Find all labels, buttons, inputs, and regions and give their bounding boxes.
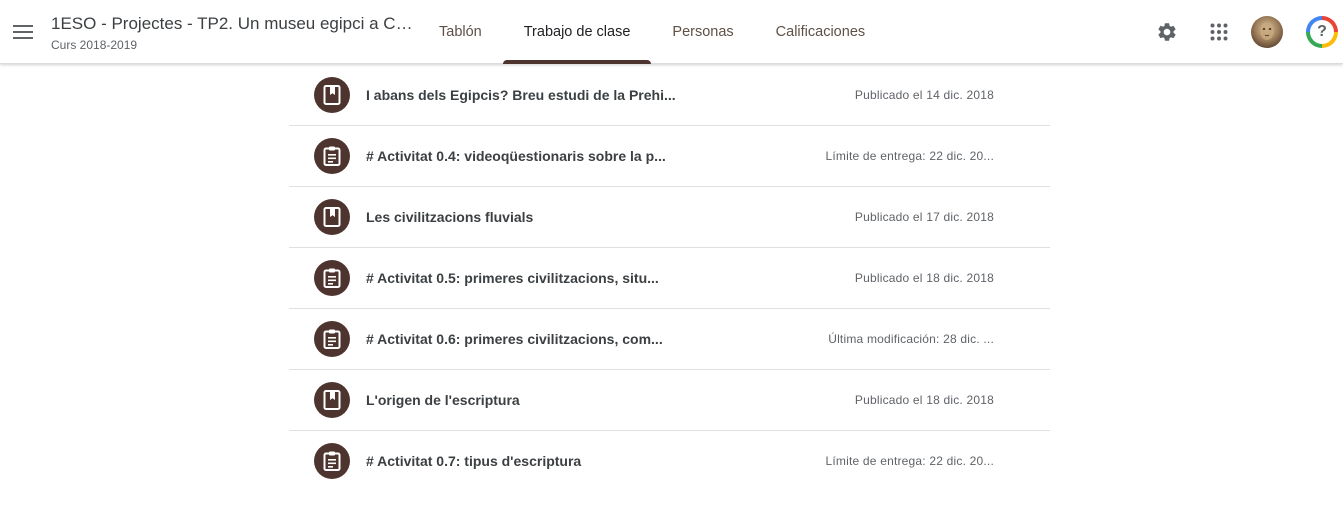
tab-bar: Tablón Trabajo de clase Personas Calific… xyxy=(418,0,886,64)
book-icon xyxy=(314,382,350,418)
list-item[interactable]: # Activitat 0.5: primeres civilitzacions… xyxy=(289,248,1050,309)
assignment-icon xyxy=(314,260,350,296)
assignment-icon xyxy=(314,321,350,357)
item-title: # Activitat 0.4: videoqüestionaris sobre… xyxy=(366,148,666,164)
course-subtitle: Curs 2018-2019 xyxy=(51,38,138,52)
classwork-list: I abans dels Egipcis? Breu estudi de la … xyxy=(289,65,1050,492)
item-title: # Activitat 0.5: primeres civilitzacions… xyxy=(366,270,659,286)
item-meta: Límite de entrega: 22 dic. 20... xyxy=(825,149,994,163)
item-title: Les civilitzacions fluvials xyxy=(366,209,534,225)
item-title: # Activitat 0.7: tipus d'escriptura xyxy=(366,453,582,469)
gear-icon[interactable] xyxy=(1151,16,1183,48)
course-title-block[interactable]: 1ESO - Projectes - TP2. Un museu egipci … xyxy=(51,13,416,52)
avatar[interactable] xyxy=(1251,16,1283,48)
apps-grid-icon[interactable] xyxy=(1203,16,1235,48)
assignment-icon xyxy=(314,443,350,479)
list-item[interactable]: # Activitat 0.7: tipus d'escriptura Lími… xyxy=(289,431,1050,492)
tab-classwork[interactable]: Trabajo de clase xyxy=(502,0,652,64)
list-item[interactable]: Les civilitzacions fluvials Publicado el… xyxy=(289,187,1050,248)
list-item[interactable]: # Activitat 0.6: primeres civilitzacions… xyxy=(289,309,1050,370)
item-meta: Publicado el 18 dic. 2018 xyxy=(854,393,994,407)
item-meta: Publicado el 18 dic. 2018 xyxy=(854,271,994,285)
course-title[interactable]: 1ESO - Projectes - TP2. Un museu egipci … xyxy=(51,13,413,35)
help-icon[interactable]: ? xyxy=(1306,16,1338,48)
assignment-icon xyxy=(314,138,350,174)
item-title: # Activitat 0.6: primeres civilitzacions… xyxy=(366,331,663,347)
list-item[interactable]: # Activitat 0.4: videoqüestionaris sobre… xyxy=(289,126,1050,187)
item-title: L'origen de l'escriptura xyxy=(366,392,520,408)
item-meta: Publicado el 14 dic. 2018 xyxy=(854,88,994,102)
item-meta: Publicado el 17 dic. 2018 xyxy=(854,210,994,224)
top-app-bar: 1ESO - Projectes - TP2. Un museu egipci … xyxy=(0,0,1343,64)
item-title: I abans dels Egipcis? Breu estudi de la … xyxy=(366,87,676,103)
list-item[interactable]: L'origen de l'escriptura Publicado el 18… xyxy=(289,370,1050,431)
book-icon xyxy=(314,199,350,235)
item-meta: Última modificación: 28 dic. ... xyxy=(828,332,994,346)
tab-grades[interactable]: Calificaciones xyxy=(755,0,886,64)
hamburger-menu-icon[interactable] xyxy=(8,14,38,50)
item-meta: Límite de entrega: 22 dic. 20... xyxy=(825,454,994,468)
list-item[interactable]: I abans dels Egipcis? Breu estudi de la … xyxy=(289,65,1050,126)
tab-stream[interactable]: Tablón xyxy=(418,0,503,64)
book-icon xyxy=(314,77,350,113)
tab-people[interactable]: Personas xyxy=(651,0,754,64)
